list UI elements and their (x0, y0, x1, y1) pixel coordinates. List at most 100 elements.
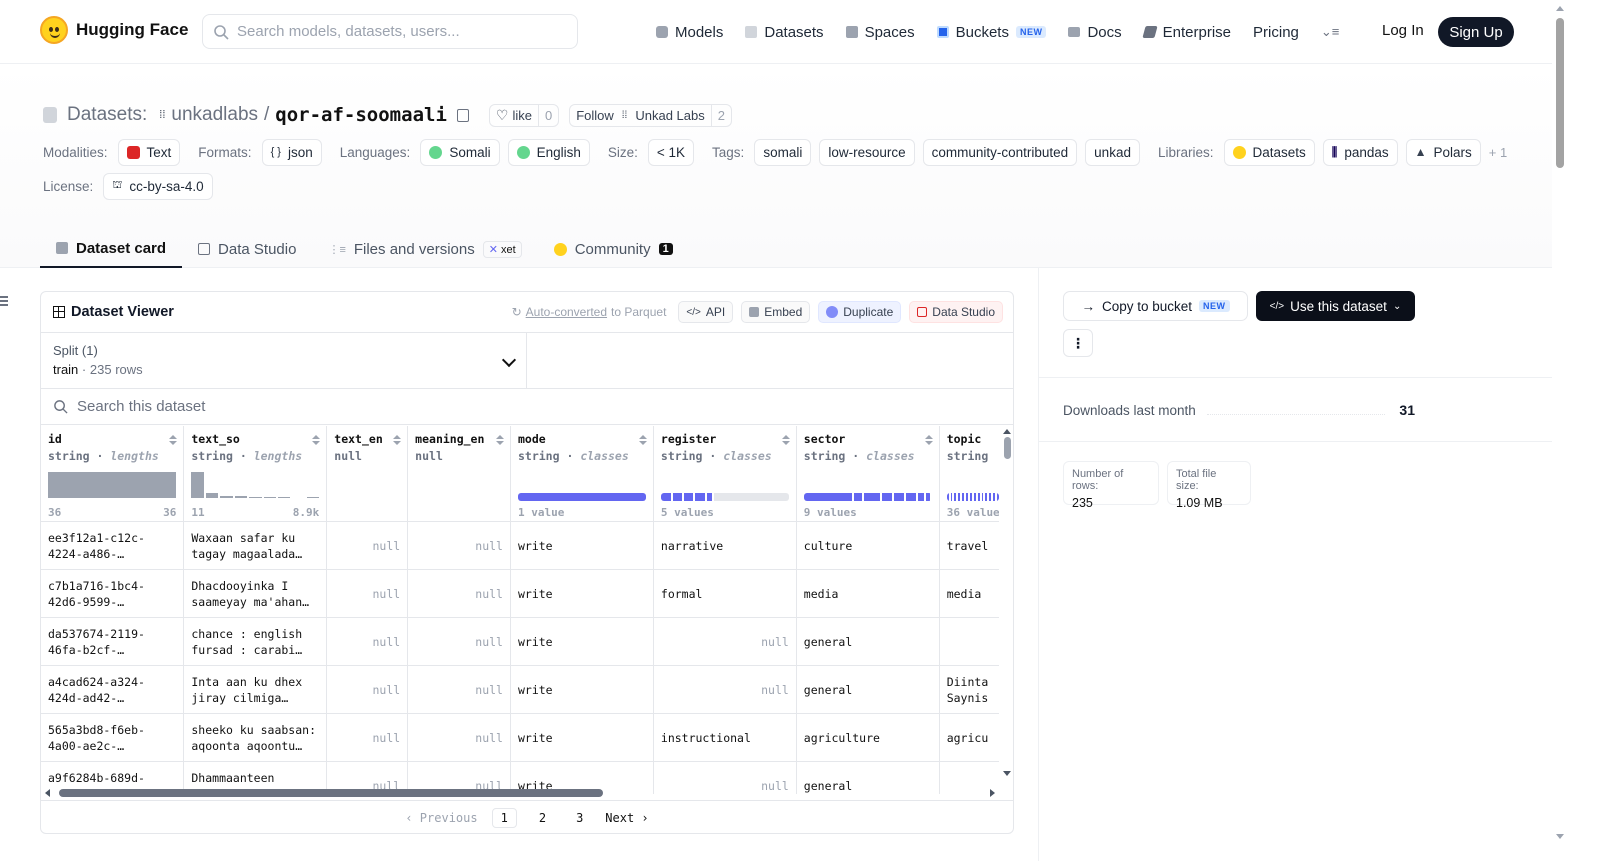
auto-converted-link[interactable]: Auto-converted (526, 305, 607, 319)
tab-dataset-card[interactable]: Dataset card (40, 230, 183, 268)
size-tag[interactable]: < 1K (647, 138, 695, 166)
cell-topic[interactable]: media (939, 569, 999, 618)
cell-mode[interactable]: write (510, 569, 654, 618)
api-button[interactable]: </> API (678, 301, 734, 323)
tag-chip[interactable]: somali (754, 138, 812, 166)
column-header-topic[interactable]: topic string 36 values (939, 426, 999, 522)
sort-icon[interactable] (925, 435, 933, 445)
embed-button[interactable]: Embed (741, 301, 811, 323)
tag-chip[interactable]: community-contributed (922, 138, 1078, 166)
cell-meaning-en[interactable]: null (407, 521, 511, 570)
cell-meaning-en[interactable]: null (407, 617, 511, 666)
cell-text-en[interactable]: null (326, 665, 409, 714)
cell-sector[interactable]: media (796, 569, 940, 618)
follow-button[interactable]: Follow ⁞⁞ Unkad Labs 2 (569, 103, 732, 127)
cell-meaning-en[interactable]: null (407, 713, 511, 762)
dataset-name[interactable]: qor-af-soomaali (275, 104, 447, 126)
format-tag[interactable]: { } json (261, 138, 322, 166)
cell-register[interactable]: formal (653, 569, 797, 618)
sort-icon[interactable] (312, 435, 320, 445)
license-tag[interactable]: ⛫ cc-by-sa-4.0 (103, 172, 213, 200)
cell-topic[interactable]: travel (939, 521, 999, 570)
cell-text-en[interactable]: null (326, 617, 409, 666)
column-header-sector[interactable]: sector string · classes 9 values (796, 426, 940, 522)
cell-register[interactable]: narrative (653, 521, 797, 570)
tab-community[interactable]: Community 1 (538, 230, 689, 268)
cell-mode[interactable]: write (510, 713, 654, 762)
sort-icon[interactable] (393, 435, 401, 445)
language-tag[interactable]: English (507, 138, 590, 166)
table-row[interactable]: c7b1a716-1bc4-42d6-9599-… Dhacdooyinka I … (41, 569, 999, 618)
signup-button[interactable]: Sign Up (1438, 17, 1514, 47)
next-page-button[interactable]: Next › (605, 811, 648, 825)
org-link[interactable]: unkadlabs (171, 104, 258, 126)
cell-sector[interactable]: agriculture (796, 713, 940, 762)
dataset-search-input[interactable]: Search this dataset (41, 389, 1013, 425)
nav-enterprise[interactable]: Enterprise (1142, 24, 1231, 41)
more-menu-icon[interactable]: ⌄≡ (1321, 24, 1339, 40)
language-tag[interactable]: Somali (420, 138, 500, 166)
cell-mode[interactable]: write (510, 521, 654, 570)
table-row[interactable]: 565a3bd8-f6eb-4a00-ae2c-… sheeko ku saabs… (41, 713, 999, 762)
duplicate-button[interactable]: Duplicate (818, 301, 902, 323)
cell-register[interactable]: null (653, 665, 797, 714)
cell-mode[interactable]: write (510, 617, 654, 666)
page-3[interactable]: 3 (568, 809, 591, 827)
nav-models[interactable]: Models (656, 24, 723, 41)
sort-icon[interactable] (169, 435, 177, 445)
cell-text-en[interactable]: null (326, 569, 409, 618)
cell-topic[interactable] (939, 617, 999, 666)
cell-id[interactable]: a4cad624-a324-424d-ad42-… (41, 665, 185, 714)
nav-datasets[interactable]: Datasets (745, 24, 824, 41)
table-horizontal-scrollbar[interactable] (45, 788, 995, 798)
table-row[interactable]: a4cad624-a324-424d-ad42-… Inta aan ku dhe… (41, 665, 999, 714)
previous-page-button[interactable]: ‹ Previous (405, 811, 477, 825)
page-1[interactable]: 1 (491, 807, 517, 828)
table-row[interactable]: ee3f12a1-c12c-4224-a486-… Waxaan safar ku… (41, 521, 999, 570)
library-tag[interactable]: ⫼ pandas (1322, 138, 1398, 166)
use-this-dataset-button[interactable]: </> Use this dataset ⌄ (1256, 291, 1415, 321)
column-header-text-en[interactable]: text_en null (326, 426, 409, 522)
cell-id[interactable]: c7b1a716-1bc4-42d6-9599-… (41, 569, 185, 618)
cell-id[interactable]: da537674-2119-46fa-b2cf-… (41, 617, 185, 666)
brand-logo[interactable]: Hugging Face (40, 16, 188, 44)
sort-icon[interactable] (639, 435, 647, 445)
cell-register[interactable]: instructional (653, 713, 797, 762)
global-search-input[interactable]: Search models, datasets, users... (202, 14, 578, 49)
cell-text-so[interactable]: sheeko ku saabsan: aqoonta aqoontu… (183, 713, 328, 762)
nav-docs[interactable]: Docs (1068, 24, 1122, 41)
sort-icon[interactable] (782, 435, 790, 445)
modality-tag[interactable]: Text (117, 138, 181, 166)
library-tag[interactable]: Datasets (1223, 138, 1315, 166)
column-header-mode[interactable]: mode string · classes 1 value (510, 426, 654, 522)
tab-data-studio[interactable]: Data Studio (182, 230, 312, 268)
tag-chip[interactable]: low-resource (819, 138, 915, 166)
table-vertical-scrollbar[interactable] (1001, 426, 1013, 776)
cell-sector[interactable]: general (796, 665, 940, 714)
kebab-icon[interactable]: ⋮ (1063, 329, 1093, 357)
nav-pricing[interactable]: Pricing (1253, 24, 1299, 41)
column-header-register[interactable]: register string · classes 5 values (653, 426, 797, 522)
cell-register[interactable]: null (653, 617, 797, 666)
tab-files-and-versions[interactable]: ⋮≡ Files and versions ✕ xet (312, 230, 537, 268)
sidebar-toggle-icon[interactable] (0, 296, 8, 308)
libraries-more[interactable]: + 1 (1489, 145, 1507, 160)
sort-icon[interactable] (496, 435, 504, 445)
copy-icon[interactable] (456, 108, 469, 122)
cell-text-so[interactable]: Dhacdooyinka I saameyay ma'ahan… (183, 569, 328, 618)
cell-topic[interactable]: Diinta Saynis (939, 665, 999, 714)
page-2[interactable]: 2 (531, 809, 554, 827)
cell-meaning-en[interactable]: null (407, 569, 511, 618)
tag-chip[interactable]: unkad (1085, 138, 1140, 166)
nav-spaces[interactable]: Spaces (845, 24, 915, 41)
column-header-id[interactable]: id string · lengths 36 36 (41, 426, 185, 522)
nav-buckets[interactable]: Buckets NEW (936, 24, 1047, 41)
cell-mode[interactable]: write (510, 665, 654, 714)
cell-topic[interactable]: agricu (939, 713, 999, 762)
cell-id[interactable]: ee3f12a1-c12c-4224-a486-… (41, 521, 185, 570)
library-tag[interactable]: ▲ Polars (1405, 138, 1481, 166)
cell-meaning-en[interactable]: null (407, 665, 511, 714)
login-link[interactable]: Log In (1382, 22, 1424, 39)
data-studio-button[interactable]: Data Studio (909, 301, 1003, 323)
cell-id[interactable]: 565a3bd8-f6eb-4a00-ae2c-… (41, 713, 185, 762)
